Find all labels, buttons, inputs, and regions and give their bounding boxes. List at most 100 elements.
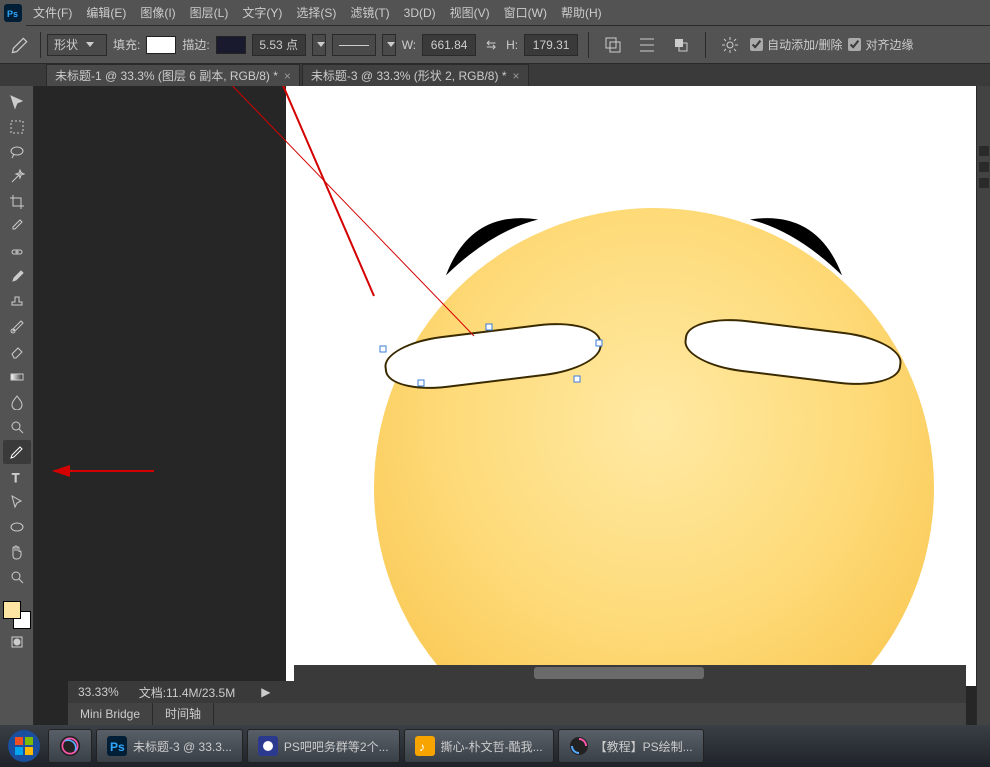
dodge-tool[interactable] [3, 415, 31, 439]
menu-select[interactable]: 选择(S) [289, 0, 343, 26]
tool-mode-label: 形状 [54, 36, 78, 53]
align-edges-checkbox[interactable]: 对齐边缘 [848, 36, 913, 53]
menu-help[interactable]: 帮助(H) [554, 0, 609, 26]
menu-image[interactable]: 图像(I) [133, 0, 182, 26]
zoom-tool[interactable] [3, 565, 31, 589]
auto-add-delete-checkbox[interactable]: 自动添加/删除 [750, 36, 842, 53]
move-tool[interactable] [3, 90, 31, 114]
start-button[interactable] [4, 726, 44, 766]
link-wh-icon[interactable]: ⇆ [482, 38, 500, 52]
eyedropper-tool[interactable] [3, 215, 31, 239]
lasso-tool[interactable] [3, 140, 31, 164]
path-select-tool[interactable] [3, 490, 31, 514]
bottom-panel-tabs: Mini Bridge 时间轴 [68, 703, 966, 725]
stroke-style-dropdown[interactable] [382, 34, 396, 56]
tool-palette: T [0, 86, 34, 725]
stroke-label: 描边: [182, 36, 209, 53]
close-tab-icon[interactable]: × [284, 69, 291, 83]
fg-color-swatch[interactable] [3, 601, 21, 619]
browser-icon [569, 736, 589, 756]
stroke-style-preview[interactable] [332, 34, 376, 56]
panel-tab-timeline[interactable]: 时间轴 [153, 703, 214, 725]
history-brush-tool[interactable] [3, 315, 31, 339]
status-arrow-icon[interactable]: ▶ [261, 685, 270, 699]
marquee-tool[interactable] [3, 115, 31, 139]
path-ops-combine-icon[interactable] [599, 31, 627, 59]
menu-file[interactable]: 文件(F) [26, 0, 79, 26]
taskbar-music[interactable]: ♪ 撕心-朴文哲-酷我... [404, 729, 554, 763]
menu-layer[interactable]: 图层(L) [183, 0, 236, 26]
taskbar-label: 【教程】PS绘制... [595, 738, 693, 755]
svg-text:T: T [12, 471, 20, 485]
taskbar: Ps 未标题-3 @ 33.3... PS吧吧务群等2个... ♪ 撕心-朴文哲… [0, 725, 990, 767]
chat-icon [258, 736, 278, 756]
doc-tab-1[interactable]: 未标题-1 @ 33.3% (图层 6 副本, RGB/8) * × [46, 64, 300, 86]
w-label: W: [402, 38, 416, 52]
gradient-tool[interactable] [3, 365, 31, 389]
eraser-tool[interactable] [3, 340, 31, 364]
doc-tab-2-title: 未标题-3 @ 33.3% (形状 2, RGB/8) * [311, 67, 507, 84]
pen-tool[interactable] [3, 440, 31, 464]
path-arrange-icon[interactable] [667, 31, 695, 59]
options-bar: 形状 填充: 描边: 5.53 点 W: 661.84 ⇆ H: 179.31 … [0, 26, 990, 64]
hand-tool[interactable] [3, 540, 31, 564]
status-bar: 33.33% 文档:11.4M/23.5M ▶ [68, 681, 966, 703]
zoom-value[interactable]: 33.33% [78, 685, 119, 699]
fill-label: 填充: [113, 36, 140, 53]
svg-text:Ps: Ps [110, 740, 125, 754]
panel-icon[interactable] [979, 146, 989, 156]
doc-tab-2[interactable]: 未标题-3 @ 33.3% (形状 2, RGB/8) * × [302, 64, 529, 86]
menu-type[interactable]: 文字(Y) [235, 0, 289, 26]
canvas[interactable]: 33.33% 文档:11.4M/23.5M ▶ Mini Bridge 时间轴 [34, 86, 976, 725]
taskbar-app-1[interactable] [48, 729, 92, 763]
workspace: T [0, 86, 990, 725]
color-swatches[interactable] [3, 601, 31, 629]
svg-text:Ps: Ps [7, 8, 18, 18]
quickmask-tool[interactable] [3, 630, 31, 654]
taskbar-label: 未标题-3 @ 33.3... [133, 738, 232, 755]
pen-tool-icon [6, 31, 34, 59]
type-tool[interactable]: T [3, 465, 31, 489]
ps-icon: Ps [107, 736, 127, 756]
svg-text:♪: ♪ [419, 740, 425, 754]
fill-swatch[interactable] [146, 36, 176, 54]
stroke-swatch[interactable] [216, 36, 246, 54]
close-tab-icon[interactable]: × [513, 69, 520, 83]
panel-icon[interactable] [979, 162, 989, 172]
horizontal-scrollbar[interactable] [294, 665, 966, 681]
taskbar-chat[interactable]: PS吧吧务群等2个... [247, 729, 400, 763]
scrollbar-thumb[interactable] [534, 667, 704, 679]
h-label: H: [506, 38, 518, 52]
stroke-size-dropdown[interactable] [312, 34, 326, 56]
doc-size: 文档:11.4M/23.5M [139, 684, 235, 701]
blur-tool[interactable] [3, 390, 31, 414]
app-logo: Ps [0, 0, 26, 26]
menu-view[interactable]: 视图(V) [443, 0, 497, 26]
document-tabs: 未标题-1 @ 33.3% (图层 6 副本, RGB/8) * × 未标题-3… [0, 64, 990, 86]
menu-filter[interactable]: 滤镜(T) [343, 0, 396, 26]
crop-tool[interactable] [3, 190, 31, 214]
shape-tool[interactable] [3, 515, 31, 539]
menu-window[interactable]: 窗口(W) [497, 0, 554, 26]
panel-tab-minibridge[interactable]: Mini Bridge [68, 703, 153, 725]
menu-edit[interactable]: 编辑(E) [79, 0, 133, 26]
taskbar-ps[interactable]: Ps 未标题-3 @ 33.3... [96, 729, 243, 763]
doc-tab-1-title: 未标题-1 @ 33.3% (图层 6 副本, RGB/8) * [55, 67, 278, 84]
heal-tool[interactable] [3, 240, 31, 264]
path-align-icon[interactable] [633, 31, 661, 59]
width-field[interactable]: 661.84 [422, 34, 476, 56]
taskbar-label: 撕心-朴文哲-酷我... [441, 738, 543, 755]
music-icon: ♪ [415, 736, 435, 756]
menu-3d[interactable]: 3D(D) [397, 0, 443, 26]
stamp-tool[interactable] [3, 290, 31, 314]
wand-tool[interactable] [3, 165, 31, 189]
tool-mode-dropdown[interactable]: 形状 [47, 34, 107, 56]
menu-bar: Ps 文件(F) 编辑(E) 图像(I) 图层(L) 文字(Y) 选择(S) 滤… [0, 0, 990, 26]
taskbar-browser[interactable]: 【教程】PS绘制... [558, 729, 704, 763]
brush-tool[interactable] [3, 265, 31, 289]
gear-icon[interactable] [716, 31, 744, 59]
right-collapsed-panels[interactable] [976, 86, 990, 725]
panel-icon[interactable] [979, 178, 989, 188]
height-field[interactable]: 179.31 [524, 34, 578, 56]
stroke-size-field[interactable]: 5.53 点 [252, 34, 306, 56]
